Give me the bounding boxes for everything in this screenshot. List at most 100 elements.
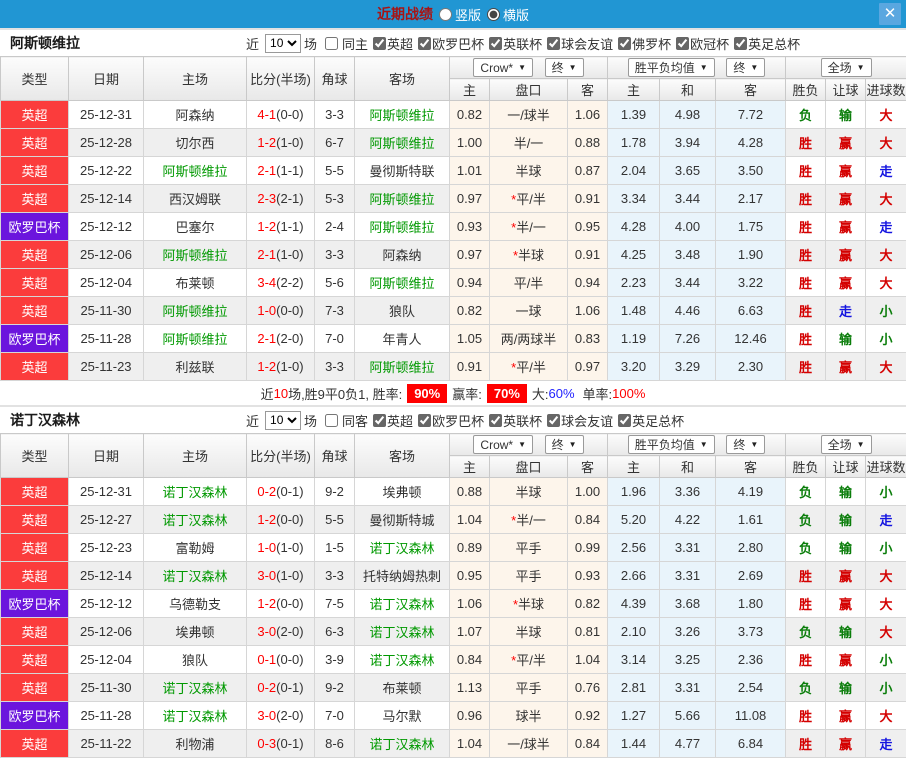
match-row: 英超 25-12-04 狼队 0-1(0-0) 3-9 诺丁汉森林 0.84 *… [1, 646, 906, 674]
final-odds-dropdown-2[interactable]: 终▼ [726, 58, 765, 77]
result-goals: 大 [866, 269, 906, 297]
final-odds-dropdown[interactable]: 终▼ [545, 58, 584, 77]
match-date: 25-12-12 [69, 590, 144, 618]
same-venue-checkbox[interactable]: 同客 [317, 411, 368, 430]
home-team: 布莱顿 [144, 269, 247, 297]
away-team: 曼彻斯特城 [355, 506, 450, 534]
league-checkbox-input[interactable] [547, 414, 560, 427]
away-team: 阿斯顿维拉 [355, 353, 450, 381]
avg-draw-odds: 3.31 [660, 674, 716, 702]
match-row: 英超 25-11-22 利物浦 0-3(0-1) 8-6 诺丁汉森林 1.04 … [1, 730, 906, 758]
away-team: 诺丁汉森林 [355, 590, 450, 618]
avg-home-odds: 2.81 [608, 674, 660, 702]
league-badge: 英超 [1, 157, 69, 185]
crow-home-odds: 0.94 [450, 269, 490, 297]
home-team: 利兹联 [144, 353, 247, 381]
league-checkbox-input[interactable] [489, 37, 502, 50]
layout-radio-horizontal[interactable]: 横版 [487, 5, 529, 24]
avg-home-odds: 2.23 [608, 269, 660, 297]
same-venue-checkbox-input[interactable] [325, 37, 338, 50]
league-checkbox-input[interactable] [373, 37, 386, 50]
match-score: 3-4(2-2) [247, 269, 315, 297]
league-badge: 欧罗巴杯 [1, 702, 69, 730]
chevron-down-icon: ▼ [700, 440, 708, 449]
bookmaker-dropdown[interactable]: Crow*▼ [473, 435, 533, 454]
match-row: 英超 25-12-06 埃弗顿 3-0(2-0) 6-3 诺丁汉森林 1.07 … [1, 618, 906, 646]
league-checkbox-input[interactable] [676, 37, 689, 50]
avg-draw-odds: 3.31 [660, 562, 716, 590]
fulltime-dropdown[interactable]: 全场▼ [821, 58, 872, 77]
sub-header-away-odds: 客 [568, 79, 608, 101]
match-date: 25-11-28 [69, 325, 144, 353]
same-venue-checkbox[interactable]: 同主 [317, 34, 368, 53]
final-odds-dropdown-2[interactable]: 终▼ [726, 435, 765, 454]
crow-away-odds: 0.97 [568, 353, 608, 381]
league-checkbox-input[interactable] [618, 37, 631, 50]
league-checkbox[interactable]: 英联杯 [484, 411, 542, 430]
result-handicap: 赢 [826, 590, 866, 618]
league-checkbox-input[interactable] [734, 37, 747, 50]
league-checkbox-input[interactable] [373, 414, 386, 427]
league-checkbox[interactable]: 球会友谊 [542, 411, 613, 430]
same-venue-checkbox-input[interactable] [325, 414, 338, 427]
match-row: 英超 25-11-23 利兹联 1-2(1-0) 3-3 阿斯顿维拉 0.91 … [1, 353, 906, 381]
handicap-line: *半球 [490, 241, 568, 269]
league-checkbox[interactable]: 英超 [368, 34, 413, 53]
league-checkbox[interactable]: 欧罗巴杯 [413, 411, 484, 430]
crow-away-odds: 0.95 [568, 213, 608, 241]
home-team: 诺丁汉森林 [144, 506, 247, 534]
fulltime-dropdown[interactable]: 全场▼ [821, 435, 872, 454]
avg-draw-odds: 3.94 [660, 129, 716, 157]
away-team: 布莱顿 [355, 674, 450, 702]
handicap-line: *半/一 [490, 213, 568, 241]
sub-header-home-odds: 主 [450, 456, 490, 478]
vertical-radio-input[interactable] [439, 8, 452, 21]
recent-count-select[interactable]: 10 [265, 411, 301, 430]
layout-radio-vertical[interactable]: 竖版 [439, 5, 481, 24]
league-checkbox-input[interactable] [418, 37, 431, 50]
bookmaker-dropdown[interactable]: Crow*▼ [473, 58, 533, 77]
league-checkbox-input[interactable] [618, 414, 631, 427]
col-header-type: 类型 [1, 434, 69, 478]
avg-odds-dropdown[interactable]: 胜平负均值▼ [628, 58, 715, 77]
avg-home-odds: 3.14 [608, 646, 660, 674]
league-checkbox-input[interactable] [547, 37, 560, 50]
col-header-winloss: 胜负 [786, 79, 826, 101]
horizontal-radio-input[interactable] [487, 8, 500, 21]
handicap-rate-badge: 70% [487, 384, 527, 403]
result-handicap: 输 [826, 674, 866, 702]
avg-away-odds: 4.28 [716, 129, 786, 157]
league-checkbox[interactable]: 英足总杯 [729, 34, 800, 53]
league-checkbox[interactable]: 英联杯 [484, 34, 542, 53]
corner-score: 6-7 [315, 129, 355, 157]
result-handicap: 走 [826, 297, 866, 325]
section-header-forest: 诺丁汉森林 近 10 场 同客 英超欧罗巴杯英联杯球会友谊英足总杯 [0, 405, 906, 433]
league-checkbox[interactable]: 英足总杯 [613, 411, 684, 430]
match-score: 2-3(2-1) [247, 185, 315, 213]
result-winloss: 负 [786, 478, 826, 506]
league-checkbox[interactable]: 欧罗巴杯 [413, 34, 484, 53]
close-icon[interactable]: ✕ [879, 3, 901, 25]
league-badge: 英超 [1, 534, 69, 562]
crow-away-odds: 0.92 [568, 702, 608, 730]
match-date: 25-12-14 [69, 562, 144, 590]
league-checkbox[interactable]: 英超 [368, 411, 413, 430]
result-handicap: 输 [826, 506, 866, 534]
handicap-line: *半/一 [490, 506, 568, 534]
match-date: 25-11-23 [69, 353, 144, 381]
league-checkbox[interactable]: 佛罗杯 [613, 34, 671, 53]
final-odds-dropdown[interactable]: 终▼ [545, 435, 584, 454]
league-checkbox[interactable]: 球会友谊 [542, 34, 613, 53]
league-checkbox[interactable]: 欧冠杯 [671, 34, 729, 53]
games-label: 场 [304, 411, 317, 430]
league-badge: 英超 [1, 101, 69, 129]
league-checkbox-input[interactable] [418, 414, 431, 427]
crow-home-odds: 1.13 [450, 674, 490, 702]
avg-odds-dropdown[interactable]: 胜平负均值▼ [628, 435, 715, 454]
recent-count-select[interactable]: 10 [265, 34, 301, 53]
crow-home-odds: 1.07 [450, 618, 490, 646]
col-header-date: 日期 [69, 434, 144, 478]
league-checkbox-input[interactable] [489, 414, 502, 427]
crow-home-odds: 0.82 [450, 297, 490, 325]
result-handicap: 赢 [826, 241, 866, 269]
